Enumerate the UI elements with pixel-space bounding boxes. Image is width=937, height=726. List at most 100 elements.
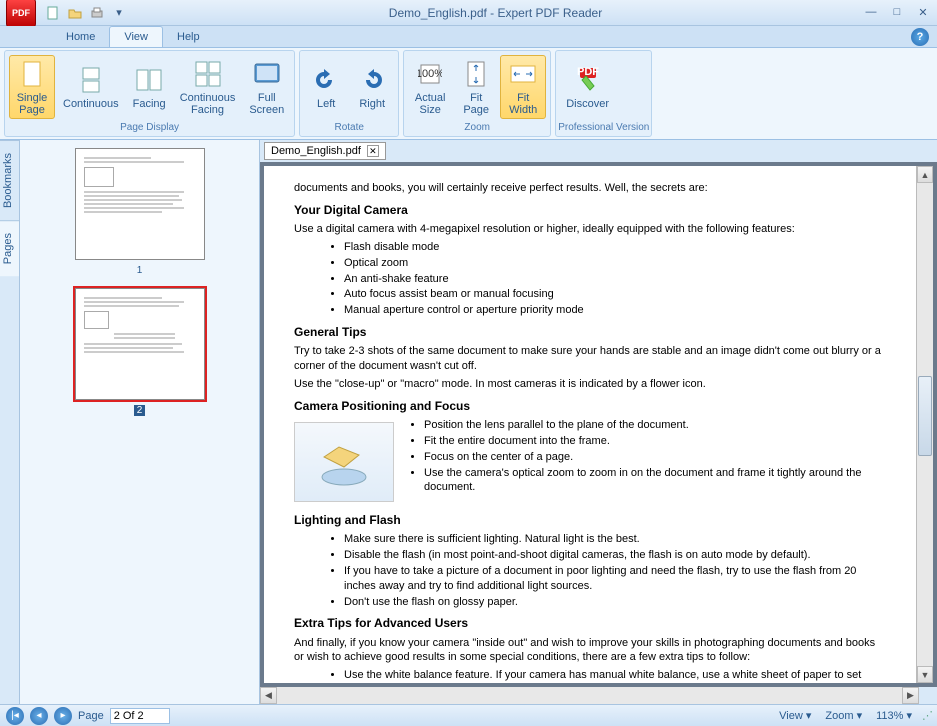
list-item: Flash disable mode (344, 240, 886, 255)
list-advanced: Use the white balance feature. If your c… (344, 668, 886, 683)
rotate-left-label: Left (317, 98, 335, 110)
status-view[interactable]: View ▾ (775, 709, 815, 722)
horizontal-scrollbar[interactable]: ◀ ▶ (260, 687, 919, 704)
group-page-display: Single Page Continuous Facing Continuous… (4, 50, 295, 137)
actual-size-button[interactable]: 100% Actual Size (408, 55, 452, 119)
rotate-left-button[interactable]: Left (304, 55, 348, 119)
full-screen-button[interactable]: Full Screen (243, 55, 290, 119)
statusbar: |◂ ◂ ▸ Page View ▾ Zoom ▾ 113% ▾ ⋰ (0, 704, 937, 726)
p1: Use a digital camera with 4-megapixel re… (294, 222, 886, 237)
scroll-up-icon[interactable]: ▲ (917, 166, 933, 183)
main-area: Demo_English.pdf ✕ documents and books, … (260, 140, 937, 704)
svg-text:PDF: PDF (577, 66, 599, 78)
list-item: Focus on the center of a page. (424, 450, 886, 465)
print-icon[interactable] (88, 4, 106, 22)
p5: And finally, if you know your camera "in… (294, 636, 886, 666)
close-button[interactable]: ✕ (915, 6, 931, 19)
full-screen-label: Full Screen (249, 92, 284, 116)
single-page-button[interactable]: Single Page (9, 55, 55, 119)
app-icon[interactable]: PDF (6, 0, 36, 28)
continuous-label: Continuous (63, 98, 119, 110)
list-item: Make sure there is sufficient lighting. … (344, 532, 886, 547)
thumbnail-2-label: 2 (134, 405, 146, 416)
workspace: Bookmarks Pages 1 2 Demo_English.pdf ✕ d… (0, 140, 937, 704)
group-rotate-label: Rotate (302, 121, 396, 134)
list-item: An anti-shake feature (344, 272, 886, 287)
p2: Try to take 2-3 shots of the same docume… (294, 344, 886, 374)
document-tab[interactable]: Demo_English.pdf ✕ (264, 142, 386, 160)
scroll-right-icon[interactable]: ▶ (902, 687, 919, 704)
thumbnail-2[interactable]: 2 (28, 288, 251, 416)
continuous-button[interactable]: Continuous (57, 55, 125, 119)
scroll-track[interactable] (917, 183, 933, 666)
heading-advanced: Extra Tips for Advanced Users (294, 615, 886, 631)
side-tabs: Bookmarks Pages (0, 140, 20, 704)
group-zoom-label: Zoom (406, 121, 548, 134)
tab-help[interactable]: Help (163, 27, 214, 47)
ribbon-tabs: Home View Help ? (0, 26, 937, 48)
facing-button[interactable]: Facing (127, 55, 172, 119)
prev-page-button[interactable]: ◂ (30, 707, 48, 725)
heading-camera: Your Digital Camera (294, 202, 886, 218)
resize-grip-icon[interactable]: ⋰ (922, 709, 931, 722)
first-page-button[interactable]: |◂ (6, 707, 24, 725)
rotate-right-label: Right (359, 98, 385, 110)
facing-label: Facing (133, 98, 166, 110)
fit-width-button[interactable]: Fit Width (500, 55, 546, 119)
discover-label: Discover (566, 98, 609, 110)
list-item: Use the camera's optical zoom to zoom in… (424, 466, 886, 496)
group-professional: PDFDiscover Professional Version (555, 50, 652, 137)
continuous-facing-button[interactable]: Continuous Facing (174, 55, 242, 119)
discover-button[interactable]: PDF Discover (560, 55, 615, 119)
sidetab-bookmarks[interactable]: Bookmarks (0, 140, 19, 220)
fit-page-button[interactable]: Fit Page (454, 55, 498, 119)
status-zoom-pct[interactable]: 113% ▾ (872, 709, 916, 722)
actual-size-label: Actual Size (415, 92, 446, 116)
thumbnails-panel: 1 2 (20, 140, 260, 704)
help-icon[interactable]: ? (911, 28, 929, 46)
maximize-button[interactable]: □ (889, 6, 905, 19)
list-camera: Flash disable modeOptical zoomAn anti-sh… (344, 240, 886, 318)
intro-text: documents and books, you will certainly … (294, 181, 886, 196)
list-item: Position the lens parallel to the plane … (424, 418, 886, 433)
page-input[interactable] (110, 708, 170, 724)
tab-home[interactable]: Home (52, 27, 109, 47)
page-label: Page (78, 710, 104, 722)
hscroll-track[interactable] (277, 687, 902, 704)
scroll-down-icon[interactable]: ▼ (917, 666, 933, 683)
list-lighting: Make sure there is sufficient lighting. … (344, 532, 886, 609)
next-page-button[interactable]: ▸ (54, 707, 72, 725)
list-item: If you have to take a picture of a docum… (344, 564, 886, 594)
list-item: Use the white balance feature. If your c… (344, 668, 886, 683)
single-page-label: Single Page (17, 92, 48, 116)
list-item: Don't use the flash on glossy paper. (344, 595, 886, 610)
svg-text:100%: 100% (418, 68, 442, 80)
rotate-right-button[interactable]: Right (350, 55, 394, 119)
list-item: Disable the flash (in most point-and-sho… (344, 548, 886, 563)
document-tab-label: Demo_English.pdf (271, 145, 361, 157)
minimize-button[interactable]: — (863, 6, 879, 19)
viewer: documents and books, you will certainly … (260, 162, 937, 687)
sidetab-pages[interactable]: Pages (0, 220, 19, 276)
group-page-display-label: Page Display (7, 121, 292, 134)
list-item: Manual aperture control or aperture prio… (344, 303, 886, 318)
status-zoom[interactable]: Zoom ▾ (821, 709, 866, 722)
thumbnail-1-label: 1 (137, 265, 143, 276)
open-icon[interactable] (66, 4, 84, 22)
vertical-scrollbar[interactable]: ▲ ▼ (916, 166, 933, 683)
tab-view[interactable]: View (109, 26, 163, 47)
window-title: Demo_English.pdf - Expert PDF Reader (128, 6, 863, 20)
thumbnail-1[interactable]: 1 (28, 148, 251, 276)
new-icon[interactable] (44, 4, 62, 22)
list-item: Fit the entire document into the frame. (424, 434, 886, 449)
qat-dropdown-icon[interactable]: ▾ (110, 4, 128, 22)
scroll-thumb[interactable] (918, 376, 932, 456)
page-content[interactable]: documents and books, you will certainly … (264, 166, 916, 683)
quick-access-toolbar: ▾ (44, 4, 128, 22)
scroll-left-icon[interactable]: ◀ (260, 687, 277, 704)
close-tab-icon[interactable]: ✕ (367, 145, 379, 157)
p2b: Use the "close-up" or "macro" mode. In m… (294, 377, 886, 392)
camera-illustration (294, 422, 394, 502)
window-controls: — □ ✕ (863, 6, 931, 19)
continuous-facing-label: Continuous Facing (180, 92, 236, 116)
